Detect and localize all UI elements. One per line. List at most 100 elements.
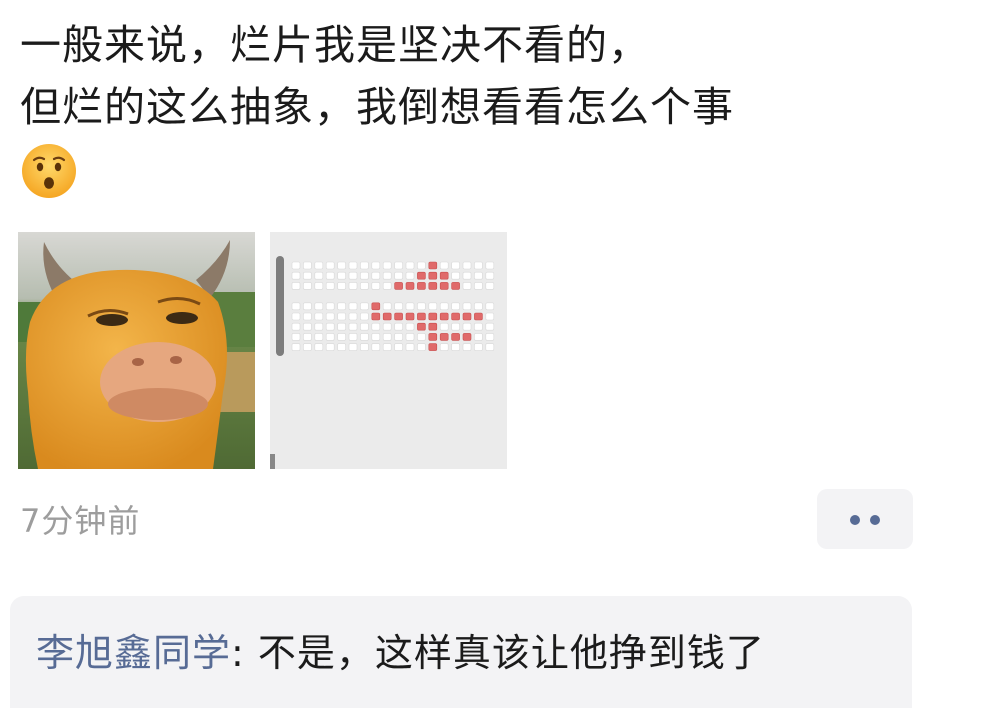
seat xyxy=(314,322,324,331)
seat xyxy=(371,322,381,331)
seat xyxy=(360,302,369,311)
seat-sold xyxy=(462,333,472,341)
seat-sold xyxy=(451,333,460,341)
seat-sold xyxy=(428,271,438,280)
post-timestamp: 7分钟前 xyxy=(20,502,141,540)
seat xyxy=(291,312,301,321)
seat-sold xyxy=(428,312,438,321)
seat xyxy=(314,312,324,321)
seat xyxy=(314,333,324,341)
seat xyxy=(360,312,369,321)
seat xyxy=(303,312,312,321)
seat-sold xyxy=(428,343,438,351)
seat-sold xyxy=(428,282,438,290)
two-dots-icon xyxy=(850,515,860,525)
seat xyxy=(485,261,495,270)
seat xyxy=(405,343,415,351)
seat xyxy=(325,282,335,290)
seat-sold xyxy=(371,312,381,321)
seat xyxy=(428,302,438,311)
seat xyxy=(291,302,301,311)
seat-sold xyxy=(439,333,449,341)
seat xyxy=(474,322,483,331)
seat xyxy=(405,271,415,280)
seat xyxy=(337,322,346,331)
post-text-line-1: 一般来说，烂片我是坚决不看的， xyxy=(20,21,650,69)
seat-sold xyxy=(439,282,449,290)
seat xyxy=(382,343,392,351)
seat-sold xyxy=(382,312,392,321)
seat-sold xyxy=(394,312,403,321)
seat-sold xyxy=(371,302,381,311)
seat xyxy=(394,333,403,341)
seat xyxy=(325,343,335,351)
seat xyxy=(360,333,369,341)
seat xyxy=(348,302,358,311)
seat-sold xyxy=(417,271,426,280)
seat xyxy=(382,333,392,341)
seat xyxy=(303,271,312,280)
seat xyxy=(405,261,415,270)
seat xyxy=(474,282,483,290)
more-options-button[interactable] xyxy=(817,489,913,549)
seat xyxy=(371,261,381,270)
seat xyxy=(485,302,495,311)
seat xyxy=(348,322,358,331)
seat xyxy=(474,261,483,270)
post-image-1[interactable] xyxy=(18,232,255,469)
seat xyxy=(451,261,460,270)
post-text: 一般来说，烂片我是坚决不看的， 但烂的这么抽象，我倒想看看怎么个事 xyxy=(20,14,960,138)
comment-text: 不是，这样真该让他挣到钱了 xyxy=(257,631,765,675)
seat xyxy=(394,322,403,331)
seat xyxy=(303,343,312,351)
seat xyxy=(360,282,369,290)
seat xyxy=(394,302,403,311)
seat xyxy=(462,322,472,331)
seat xyxy=(451,271,460,280)
seat-sold xyxy=(428,261,438,270)
seat xyxy=(325,333,335,341)
comment-item: 李旭鑫同学: 不是，这样真该让他挣到钱了 xyxy=(36,626,765,680)
seat xyxy=(474,333,483,341)
seat xyxy=(451,343,460,351)
post-image-2[interactable] xyxy=(270,232,507,469)
seat xyxy=(417,333,426,341)
seat-sold xyxy=(439,271,449,280)
seat xyxy=(382,282,392,290)
seat xyxy=(360,322,369,331)
seat-sold xyxy=(451,312,460,321)
seat xyxy=(337,312,346,321)
post-text-line-2: 但烂的这么抽象，我倒想看看怎么个事 xyxy=(20,83,734,131)
seat xyxy=(337,271,346,280)
seat xyxy=(291,333,301,341)
seat-sold xyxy=(462,312,472,321)
seat xyxy=(360,261,369,270)
seat xyxy=(382,302,392,311)
seat xyxy=(371,343,381,351)
seat-sold xyxy=(474,312,483,321)
seat xyxy=(348,312,358,321)
seat-sold xyxy=(394,282,403,290)
seat xyxy=(382,261,392,270)
seat xyxy=(462,343,472,351)
seat xyxy=(451,302,460,311)
seat-sold xyxy=(417,312,426,321)
seat-sold xyxy=(405,312,415,321)
seat xyxy=(462,282,472,290)
comment-separator: : xyxy=(231,631,258,675)
seat xyxy=(314,343,324,351)
seat xyxy=(451,322,460,331)
seat xyxy=(303,261,312,270)
seat xyxy=(382,271,392,280)
seat xyxy=(360,271,369,280)
seat xyxy=(325,302,335,311)
seat xyxy=(303,322,312,331)
seat xyxy=(325,261,335,270)
seat xyxy=(417,302,426,311)
seat xyxy=(394,343,403,351)
seat-sold xyxy=(417,282,426,290)
comment-author-link[interactable]: 李旭鑫同学 xyxy=(36,631,231,675)
seat xyxy=(348,343,358,351)
seat xyxy=(485,312,495,321)
seat xyxy=(371,271,381,280)
